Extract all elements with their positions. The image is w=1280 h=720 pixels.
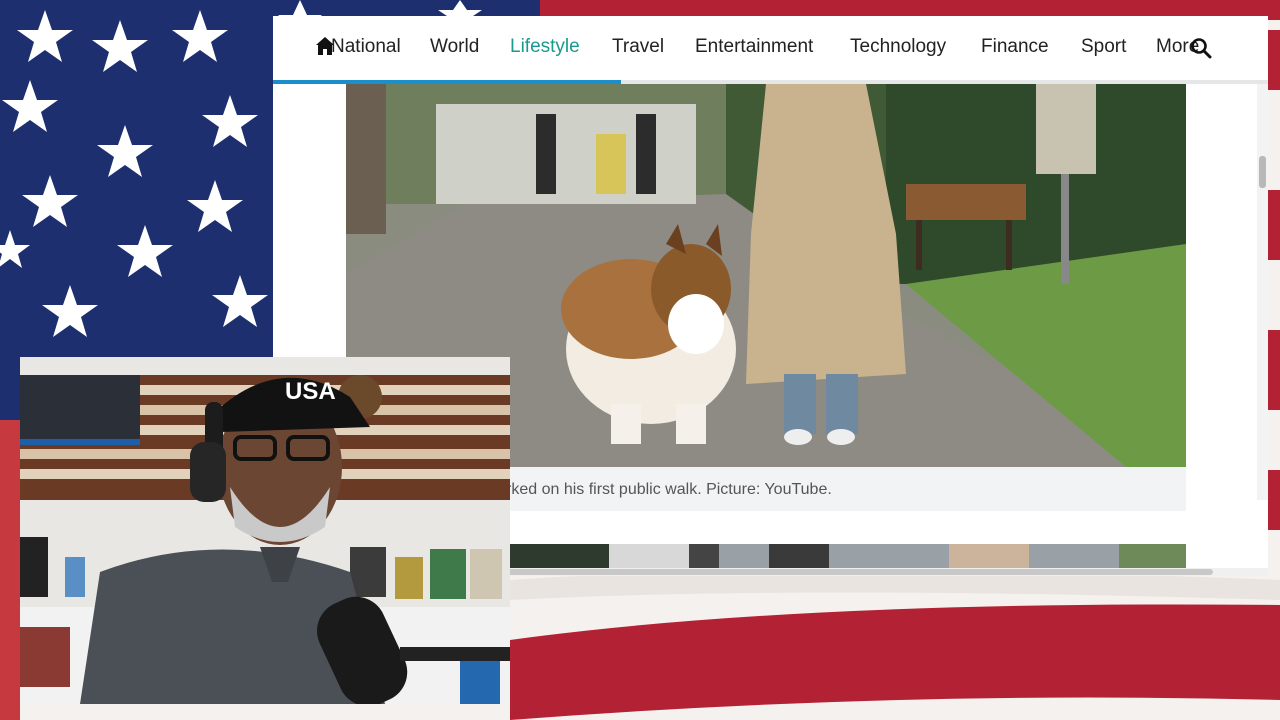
cap-text: USA — [285, 378, 336, 405]
vertical-scrollbar[interactable] — [1257, 84, 1268, 500]
nav-item-finance[interactable]: Finance — [981, 36, 1049, 58]
nav-item-national[interactable]: National — [331, 36, 401, 58]
nav-item-technology[interactable]: Technology — [850, 36, 946, 58]
nav-item-sport[interactable]: Sport — [1081, 36, 1126, 58]
webcam-overlay: USA — [20, 357, 510, 704]
vertical-scrollbar-thumb[interactable] — [1259, 156, 1266, 188]
nav-item-world[interactable]: World — [430, 36, 479, 58]
nav-item-entertainment[interactable]: Entertainment — [695, 36, 813, 58]
search-icon[interactable] — [1190, 37, 1212, 59]
nav-item-lifestyle[interactable]: Lifestyle — [510, 36, 580, 58]
nav-item-travel[interactable]: Travel — [612, 36, 664, 58]
next-article-photo — [509, 544, 1186, 568]
webcam-scene: USA — [20, 357, 510, 704]
photo-caption: rked on his first public walk. Picture: … — [506, 481, 832, 498]
site-navigation: National World Lifestyle Travel Entertai… — [273, 16, 1268, 80]
